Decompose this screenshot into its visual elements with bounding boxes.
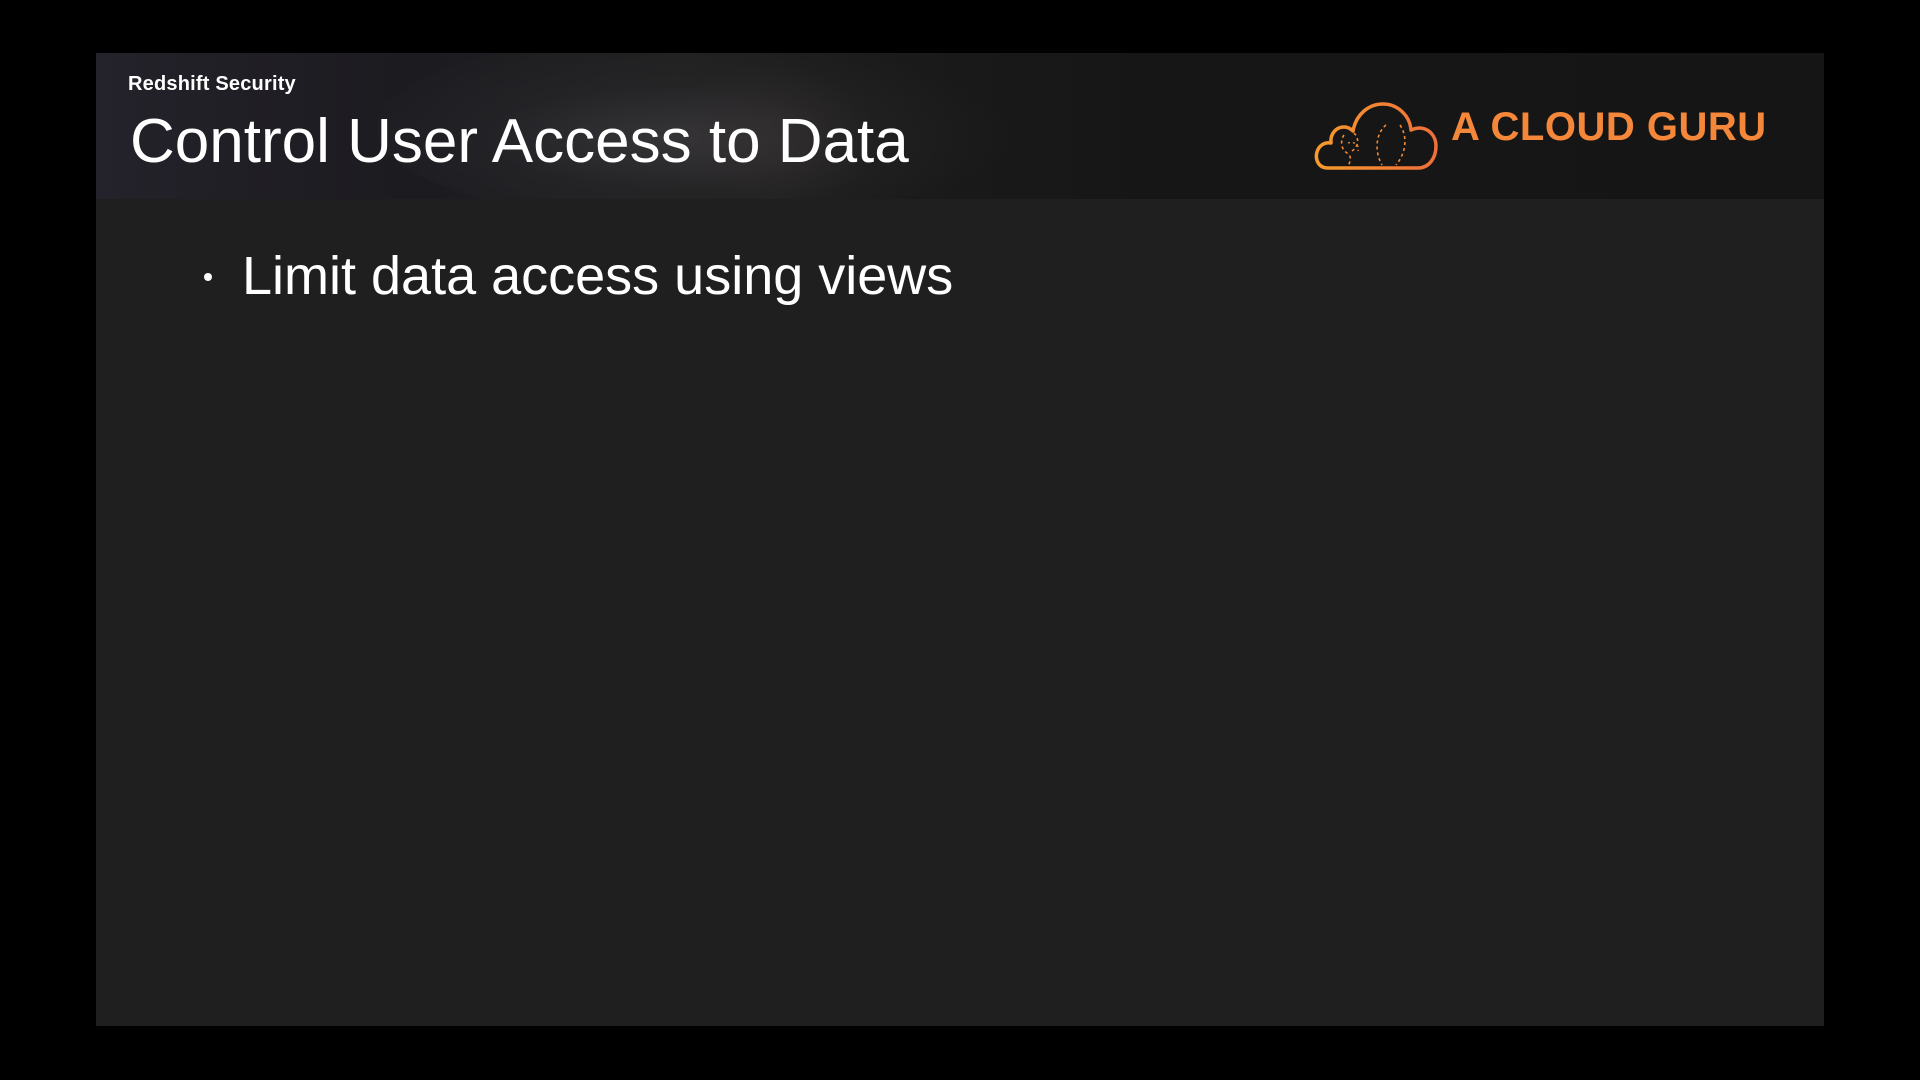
video-frame: Redshift Security Control User Access to…	[0, 0, 1920, 1080]
cloud-logo-icon	[1314, 102, 1438, 170]
slide: Redshift Security Control User Access to…	[96, 53, 1824, 1026]
bullet-item: Limit data access using views	[204, 241, 953, 311]
slide-title: Control User Access to Data	[130, 107, 909, 176]
slide-subtitle: Redshift Security	[128, 73, 296, 95]
slide-header: Redshift Security Control User Access to…	[96, 53, 1824, 199]
brand-logo-text: A CLOUD GURU	[1451, 105, 1767, 149]
brand-logo: A CLOUD GURU	[1314, 89, 1794, 179]
bullet-text: Limit data access using views	[242, 246, 954, 306]
slide-content: Limit data access using views	[96, 199, 1824, 1026]
bullet-dot-icon	[204, 273, 212, 281]
bullet-list: Limit data access using views	[204, 241, 953, 311]
